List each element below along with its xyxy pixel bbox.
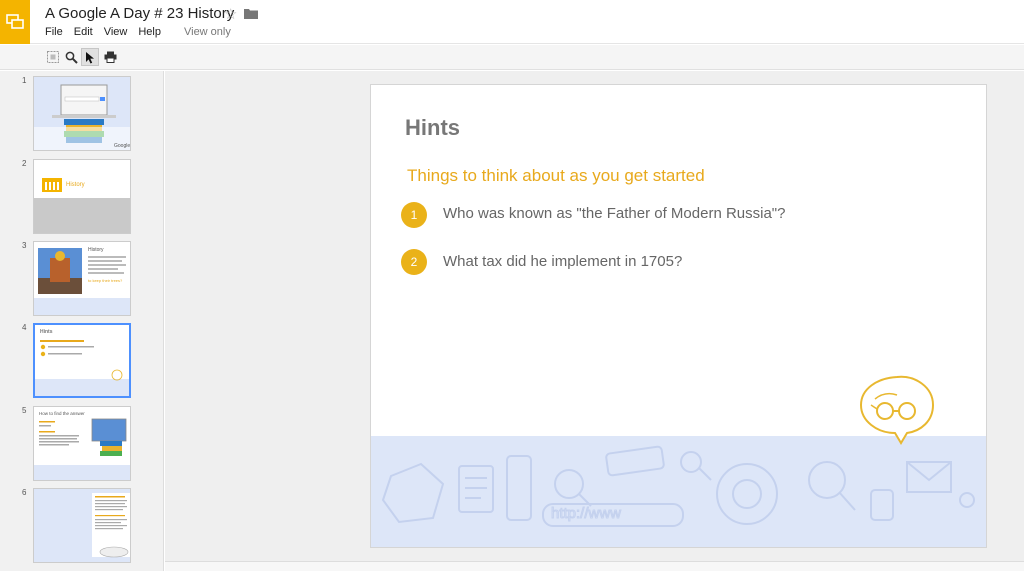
slide-thumbnail-5[interactable]: How to find the answer [33,406,131,481]
slide-6-preview [34,489,130,562]
select-button[interactable] [81,48,99,66]
app-header: A Google A Day # 23 History ☆ File Edit … [0,0,1024,44]
menu-edit[interactable]: Edit [74,26,93,38]
pointer-icon [86,51,94,63]
toolbar [0,45,1024,70]
svg-text:Google: Google [114,143,130,149]
document-title[interactable]: A Google A Day # 23 History [45,5,234,22]
doodle-pattern: http://www [381,445,975,527]
slide-number: 3 [22,241,27,250]
slide-3-label: History [88,247,104,253]
slide-number: 1 [22,76,27,85]
menu-view[interactable]: View [104,26,128,38]
slide-subtitle: Things to think about as you get started [407,166,705,185]
glasses-mascot-icon [859,375,935,445]
menu-bar: File Edit View Help View only [45,26,231,38]
slides-logo-icon [6,14,24,29]
slide-number: 2 [22,159,27,168]
slide-4-label: Hints [40,329,53,335]
slide-thumbnail-6[interactable] [33,488,131,563]
slide-title: Hints [405,115,460,140]
zoom-icon [65,51,78,64]
zoom-button[interactable] [62,48,80,66]
slide-thumbnail-2[interactable]: History [33,159,131,234]
folder-icon[interactable] [244,8,258,19]
slide-panel[interactable]: 1 Google 2 History 3 History to keep the… [0,71,164,571]
current-slide: Hints Things to think about as you get s… [370,84,987,548]
menu-help[interactable]: Help [138,26,161,38]
bullet-number-1: 1 [401,202,427,228]
slide-thumbnail-3[interactable]: History to keep their trees? [33,241,131,316]
slides-logo[interactable] [0,0,30,44]
fit-icon [47,51,59,63]
slide-number: 4 [22,323,27,332]
star-icon[interactable]: ☆ [224,5,237,23]
bullet-text-1: Who was known as "the Father of Modern R… [443,205,786,222]
slide-3-highlight: to keep their trees? [88,278,123,283]
bullet-number-2: 2 [401,249,427,275]
slide-1-preview: Google [34,77,130,150]
print-icon [104,51,116,63]
menu-file[interactable]: File [45,26,63,38]
doodle-url-text: http://www [551,505,621,522]
bullet-text-2: What tax did he implement in 1705? [443,253,683,270]
slide-number: 6 [22,488,27,497]
slide-2-label: History [66,182,85,188]
slide-5-preview [34,407,130,480]
view-only-label: View only [183,26,231,38]
fit-button[interactable] [44,48,62,66]
slide-2-preview [34,160,130,233]
slide-thumbnail-1[interactable]: Google [33,76,131,151]
resize-handle[interactable] [165,561,1024,571]
slide-number: 5 [22,406,27,415]
slide-thumbnail-4[interactable]: Hints [33,323,131,398]
slide-footer-doodles: http://www [371,436,986,547]
slide-5-label: How to find the answer [39,411,85,416]
print-button[interactable] [101,48,119,66]
slide-4-preview [35,325,129,396]
